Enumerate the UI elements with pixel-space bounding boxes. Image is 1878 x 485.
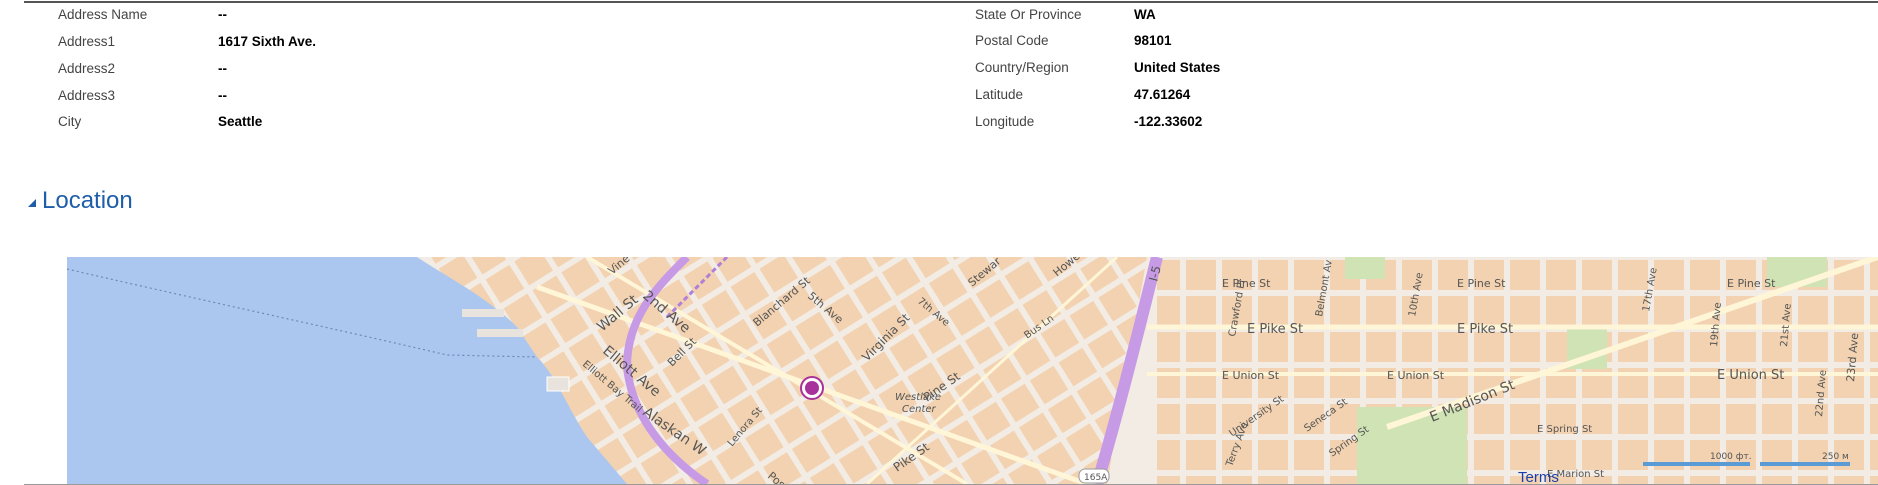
map-route-shield-label: 165A: [1084, 473, 1108, 483]
field-label-country: Country/Region: [975, 60, 1069, 75]
map-label: E Pine St: [1457, 277, 1506, 290]
map-location-pin-dot: [805, 381, 819, 395]
top-divider: [24, 1, 1878, 3]
map-label-center: Center: [902, 404, 937, 415]
map-park: [1345, 257, 1385, 279]
map-label: E Pine St: [1727, 277, 1776, 290]
field-value-latitude[interactable]: 47.61264: [1134, 84, 1190, 106]
map-terms-link[interactable]: Terms: [1518, 469, 1559, 484]
field-label-state: State Or Province: [975, 7, 1082, 22]
location-map[interactable]: Vine Wall St 2nd Ave Blanchard St 5th Av…: [67, 257, 1878, 484]
field-row-state: State Or Province WA: [0, 4, 1800, 26]
field-value-country[interactable]: United States: [1134, 57, 1220, 79]
field-row-country: Country/Region United States: [0, 57, 1800, 79]
map-pier: [546, 376, 570, 392]
field-row-postal-code: Postal Code 98101: [0, 30, 1800, 52]
map-label: E Pike St: [1247, 322, 1303, 337]
map-scale-m-bar: [1760, 462, 1850, 466]
location-section-header[interactable]: Location: [28, 186, 133, 216]
map-canvas[interactable]: Vine Wall St 2nd Ave Blanchard St 5th Av…: [67, 257, 1878, 484]
map-label: E Spring St: [1537, 424, 1592, 435]
map-scale-ft-bar: [1643, 462, 1750, 466]
collapse-triangle-icon[interactable]: [28, 199, 36, 207]
field-row-latitude: Latitude 47.61264: [0, 84, 1800, 106]
field-value-postal-code[interactable]: 98101: [1134, 30, 1172, 52]
map-pier: [462, 309, 504, 317]
map-label: E Union St: [1717, 368, 1784, 383]
field-label-latitude: Latitude: [975, 87, 1024, 102]
location-section-title: Location: [42, 187, 133, 214]
map-label: E Union St: [1222, 369, 1280, 382]
field-value-longitude[interactable]: -122.33602: [1134, 111, 1202, 133]
field-label-longitude: Longitude: [975, 114, 1035, 129]
map-pier: [477, 329, 523, 337]
map-scale-m-label: 250 м: [1822, 452, 1849, 462]
field-label-postal-code: Postal Code: [975, 33, 1049, 48]
map-scale-ft-label: 1000 фт.: [1710, 452, 1752, 462]
map-label: E Pike St: [1457, 322, 1513, 337]
field-row-longitude: Longitude -122.33602: [0, 111, 1800, 133]
map-label: E Union St: [1387, 369, 1445, 382]
field-value-state[interactable]: WA: [1134, 4, 1156, 26]
